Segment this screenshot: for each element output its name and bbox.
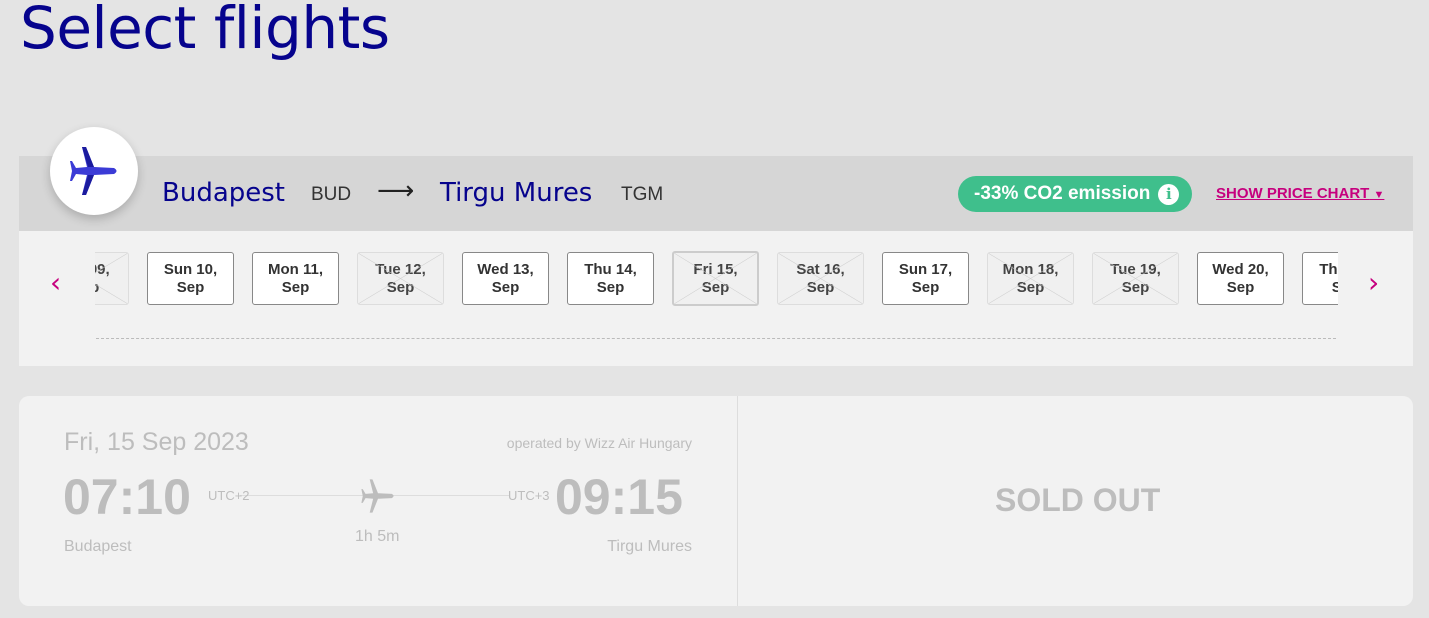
date-day: Fri 15, xyxy=(693,261,738,278)
date-month: Sep xyxy=(806,279,835,296)
sold-out-status: SOLD OUT xyxy=(995,482,1161,518)
date-month: Sep xyxy=(701,279,730,296)
destination-city: Tirgu Mures xyxy=(440,178,593,208)
arrival-time: 09:15 xyxy=(555,469,683,525)
arrival-tz: UTC+3 xyxy=(508,488,550,503)
date-day: Thu 21, xyxy=(1319,261,1338,278)
flight-date: Fri, 15 Sep 2023 xyxy=(64,428,249,456)
date-list: Sat 09,SepSun 10,SepMon 11,SepTue 12,Sep… xyxy=(95,251,1338,307)
card-divider xyxy=(737,396,738,606)
date-option[interactable]: Thu 14, Sep xyxy=(567,252,654,305)
operator: operated by Wizz Air Hungary xyxy=(506,435,692,451)
date-option: Sat 09,Sep xyxy=(95,252,129,305)
date-month: Sep xyxy=(1121,279,1150,296)
divider xyxy=(96,338,1336,339)
date-option: Sat 16, Sep xyxy=(777,252,864,305)
date-day: Wed 13, xyxy=(477,261,534,278)
route-arrow-icon: ⟶ xyxy=(377,176,415,206)
date-month: Sep xyxy=(491,279,520,296)
origin-city: Budapest xyxy=(162,178,285,208)
date-month: Sep xyxy=(1016,279,1045,296)
date-month: Sep xyxy=(911,279,940,296)
departure-time: 07:10 xyxy=(63,469,191,525)
duration: 1h 5m xyxy=(355,528,400,545)
date-month: Sep xyxy=(1226,279,1255,296)
date-day: Sat 09, xyxy=(95,261,110,278)
date-option[interactable]: Sun 10, Sep xyxy=(147,252,234,305)
date-month: Sep xyxy=(596,279,625,296)
date-option: Fri 15, Sep xyxy=(672,251,759,306)
date-day: Thu 14, xyxy=(584,261,637,278)
date-month: Sep xyxy=(95,279,128,297)
date-option[interactable]: Wed 13, Sep xyxy=(462,252,549,305)
date-day: Sun 10, xyxy=(163,261,218,278)
show-price-chart-link[interactable]: SHOW PRICE CHART ▼ xyxy=(1216,185,1384,202)
date-day: Sat 16, xyxy=(796,261,845,278)
departure-tz: UTC+2 xyxy=(208,488,250,503)
date-option: Tue 19, Sep xyxy=(1092,252,1179,305)
date-option[interactable]: Sun 17, Sep xyxy=(882,252,969,305)
date-month: Sep xyxy=(386,279,415,296)
date-option[interactable]: Wed 20, Sep xyxy=(1197,252,1284,305)
page-title: Select flights xyxy=(20,0,390,62)
date-month: Sep xyxy=(176,279,205,296)
info-icon[interactable]: i xyxy=(1158,183,1180,205)
date-option: Mon 18, Sep xyxy=(987,252,1074,305)
origin-code: BUD xyxy=(311,184,352,205)
chevron-right-icon[interactable]: › xyxy=(1368,266,1379,299)
date-day: Tue 19, xyxy=(1110,261,1161,278)
date-day: Wed 20, xyxy=(1212,261,1269,278)
co2-badge[interactable]: -33% CO2 emission i xyxy=(958,176,1192,212)
departure-city: Budapest xyxy=(64,538,132,555)
date-day: Mon 11, xyxy=(267,261,323,278)
flight-plane-icon xyxy=(360,478,396,519)
show-price-chart-label: SHOW PRICE CHART xyxy=(1216,185,1370,202)
airplane-icon xyxy=(50,127,138,215)
date-day: Sun 17, xyxy=(898,261,953,278)
date-option[interactable]: Thu 21,Sep xyxy=(1302,252,1338,305)
chevron-left-icon[interactable]: ‹ xyxy=(50,266,61,299)
date-month: Sep xyxy=(1303,279,1338,297)
destination-code: TGM xyxy=(621,184,664,205)
date-option[interactable]: Mon 11, Sep xyxy=(252,252,339,305)
date-day: Mon 18, xyxy=(1002,261,1059,278)
co2-label: -33% CO2 emission xyxy=(974,183,1151,204)
date-day: Tue 12, xyxy=(375,261,426,278)
caret-down-icon: ▼ xyxy=(1373,189,1385,201)
arrival-city: Tirgu Mures xyxy=(607,538,692,555)
date-option: Tue 12, Sep xyxy=(357,252,444,305)
date-month: Sep xyxy=(281,279,310,296)
